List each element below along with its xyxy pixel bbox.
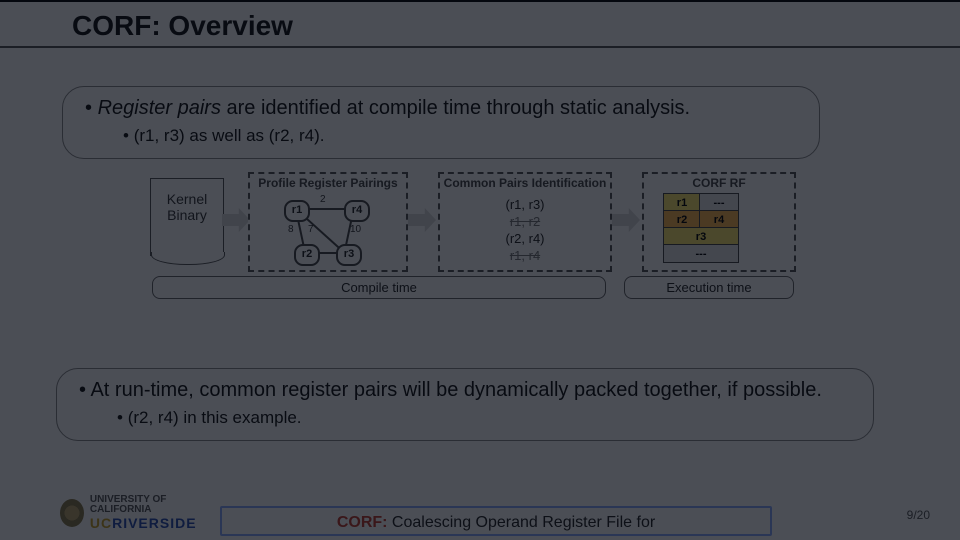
graph-node: r1 (284, 200, 310, 222)
bullet-2-main: At run-time, common register pairs will … (79, 379, 851, 402)
corf-rf-box: CORF RF r1--- r2r4 r3 --- (642, 172, 796, 272)
graph-node: r4 (344, 200, 370, 222)
pipeline-diagram: Kernel Binary Profile Register Pairings … (150, 172, 810, 312)
arrow-icon (408, 208, 436, 232)
bullet-block-2: At run-time, common register pairs will … (56, 368, 874, 441)
arrow-icon (612, 208, 640, 232)
bullet-1-sub: (r1, r3) as well as (r2, r4). (123, 126, 797, 146)
graph-node: r2 (294, 244, 320, 266)
kernel-binary-box: Kernel Binary (150, 178, 224, 256)
page-number: 9/20 (907, 508, 930, 522)
bullet-1-main: Register pairs are identified at compile… (85, 97, 797, 120)
compile-time-label: Compile time (152, 276, 606, 299)
bullet-block-1: Register pairs are identified at compile… (62, 86, 820, 159)
bullet-2-sub: (r2, r4) in this example. (117, 408, 851, 428)
pairing-graph: r1 r4 r2 r3 2 8 7 10 (250, 190, 406, 266)
profile-pairings-box: Profile Register Pairings r1 r4 r2 r3 2 … (248, 172, 408, 272)
footer-title: CORF: Coalescing Operand Register File f… (220, 506, 772, 536)
graph-node: r3 (336, 244, 362, 266)
seal-icon (60, 499, 84, 527)
common-pairs-box: Common Pairs Identification (r1, r3) r1,… (438, 172, 612, 272)
page-title: CORF: Overview (72, 10, 293, 42)
ucr-logo: UNIVERSITY OF CALIFORNIA UCRIVERSIDE (60, 498, 210, 528)
arrow-icon (222, 208, 250, 232)
execution-time-label: Execution time (624, 276, 794, 299)
